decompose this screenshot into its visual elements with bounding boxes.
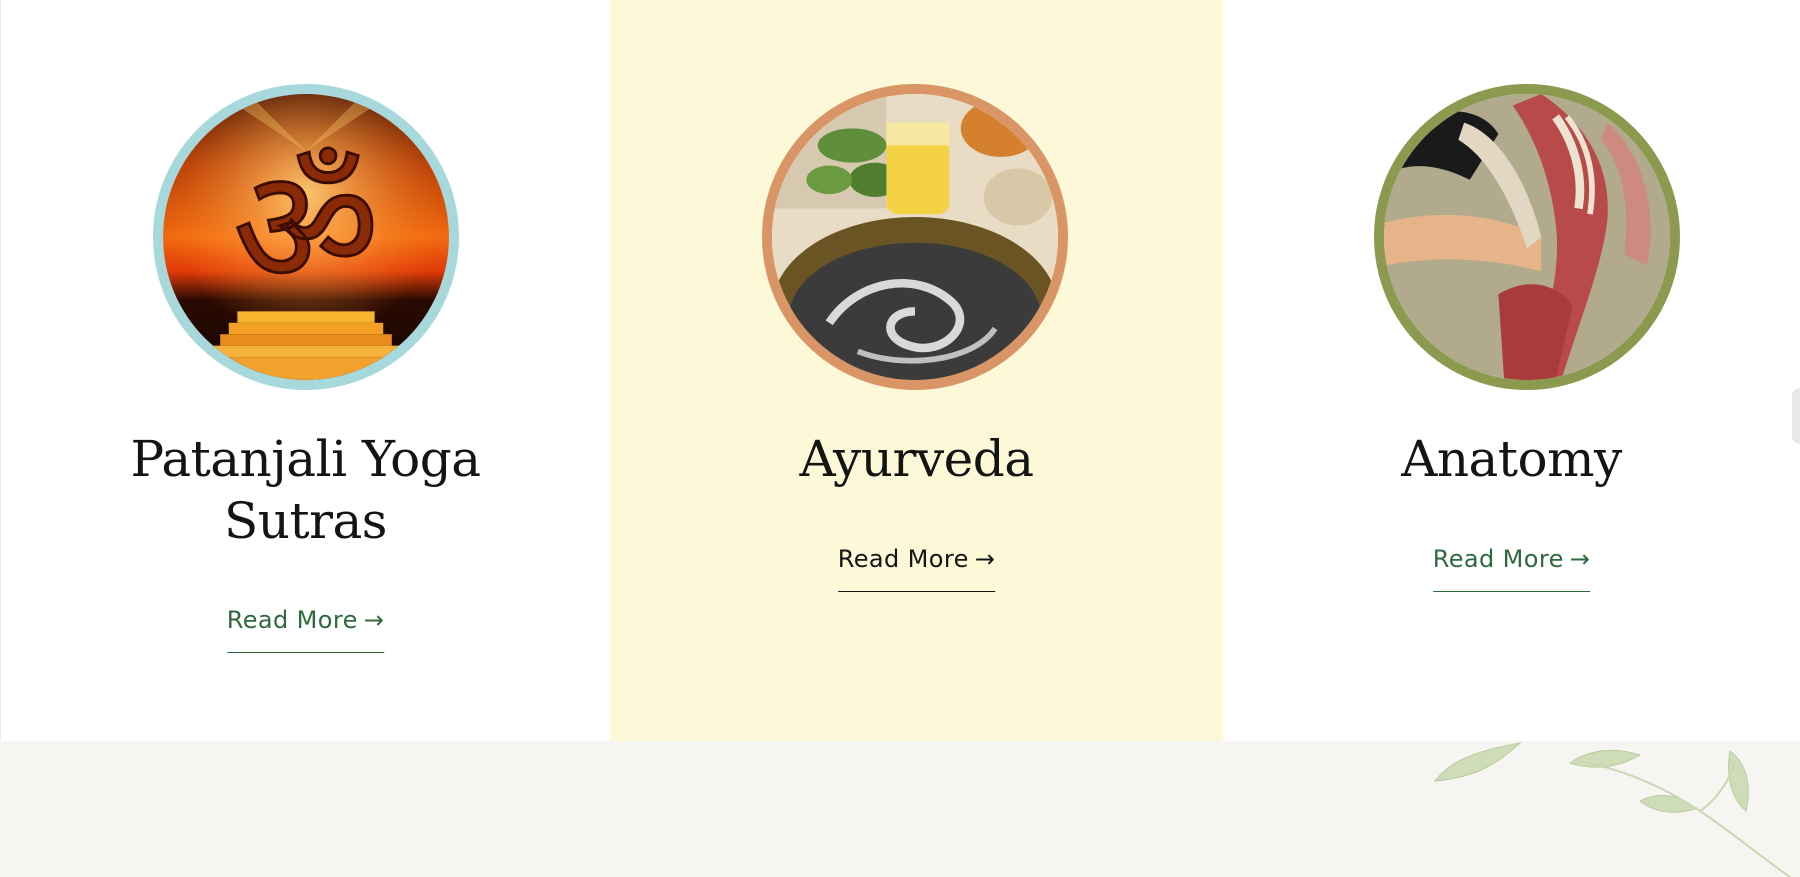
card-title: Ayurveda — [610, 428, 1223, 490]
svg-text:ॐ: ॐ — [233, 134, 379, 321]
footer-band — [0, 741, 1800, 877]
page: ॐ Patanjali Yoga Sutras Read More → Ayur… — [0, 0, 1800, 877]
read-more-link[interactable]: Read More → — [837, 545, 996, 592]
card-anatomy: Anatomy Read More → — [1223, 0, 1800, 741]
card-title-line: Sutras — [224, 492, 387, 550]
card-title-line: Anatomy — [1401, 430, 1622, 488]
muscle-anatomy-icon — [1384, 94, 1670, 380]
read-more-link[interactable]: Read More → — [1432, 545, 1591, 592]
arrow-right-icon: → — [1569, 545, 1591, 573]
read-more-label: Read More — [226, 606, 358, 634]
read-more-link[interactable]: Read More → — [226, 606, 385, 653]
card-title: Patanjali Yoga Sutras — [1, 428, 610, 552]
card-title-line: Patanjali Yoga — [130, 430, 481, 488]
card-patanjali-yoga-sutras: ॐ Patanjali Yoga Sutras Read More → — [0, 0, 610, 741]
ayurveda-image[interactable] — [762, 84, 1068, 390]
ayurveda-herbs-icon — [772, 94, 1058, 380]
read-more-label: Read More — [837, 545, 969, 573]
arrow-right-icon: → — [363, 606, 385, 634]
scroll-indicator[interactable] — [1792, 388, 1800, 444]
card-title-line: Ayurveda — [799, 430, 1034, 488]
om-symbol-icon: ॐ — [163, 94, 449, 380]
leaf-branch-icon — [1433, 742, 1791, 877]
read-more-label: Read More — [1432, 545, 1564, 573]
card-ayurveda: Ayurveda Read More → — [610, 0, 1223, 741]
arrow-right-icon: → — [974, 545, 996, 573]
topic-cards: ॐ Patanjali Yoga Sutras Read More → Ayur… — [0, 0, 1800, 741]
anatomy-image[interactable] — [1374, 84, 1680, 390]
card-title: Anatomy — [1223, 428, 1800, 490]
om-symbol-image[interactable]: ॐ — [153, 84, 459, 390]
